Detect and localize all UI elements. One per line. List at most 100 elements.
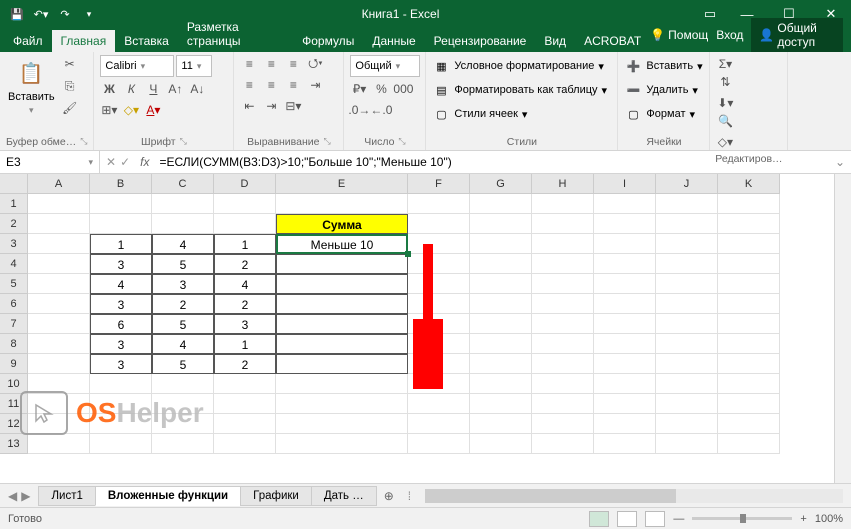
cell-E12[interactable] xyxy=(276,414,408,434)
row-header[interactable]: 2 xyxy=(0,214,28,234)
cell-E11[interactable] xyxy=(276,394,408,414)
cell-A6[interactable] xyxy=(28,294,90,314)
align-middle-icon[interactable]: ≡ xyxy=(262,55,280,73)
tab-view[interactable]: Вид xyxy=(535,30,575,52)
row-header[interactable]: 4 xyxy=(0,254,28,274)
cancel-formula-icon[interactable]: ✕ xyxy=(106,155,116,169)
cell-J8[interactable] xyxy=(656,334,718,354)
column-header[interactable]: C xyxy=(152,174,214,194)
sheet-tab[interactable]: Графики xyxy=(240,486,312,506)
tab-formulas[interactable]: Формулы xyxy=(293,30,363,52)
cell-H2[interactable] xyxy=(532,214,594,234)
sheet-tab[interactable]: Лист1 xyxy=(38,486,95,506)
cell-G6[interactable] xyxy=(470,294,532,314)
vertical-scrollbar[interactable] xyxy=(834,174,851,483)
worksheet-grid[interactable]: ABCDEFGHIJK 12345678910111213 Сумма141Ме… xyxy=(0,174,851,483)
row-header[interactable]: 5 xyxy=(0,274,28,294)
font-name-combo[interactable]: Calibri▾ xyxy=(100,55,174,77)
cell-B5[interactable]: 4 xyxy=(90,274,152,294)
cell-B6[interactable]: 3 xyxy=(90,294,152,314)
font-size-combo[interactable]: 11▾ xyxy=(176,55,212,77)
cell-I12[interactable] xyxy=(594,414,656,434)
clipboard-launcher-icon[interactable]: ⤡ xyxy=(80,136,87,148)
column-header[interactable]: F xyxy=(408,174,470,194)
cell-D7[interactable]: 3 xyxy=(214,314,276,334)
cell-E8[interactable] xyxy=(276,334,408,354)
cell-K4[interactable] xyxy=(718,254,780,274)
cell-A4[interactable] xyxy=(28,254,90,274)
number-launcher-icon[interactable]: ⤡ xyxy=(398,136,405,148)
fill-icon[interactable]: ⬇▾ xyxy=(716,94,734,112)
cell-A2[interactable] xyxy=(28,214,90,234)
normal-view-button[interactable] xyxy=(589,511,609,527)
column-header[interactable]: J xyxy=(656,174,718,194)
cell-I13[interactable] xyxy=(594,434,656,454)
column-header[interactable]: E xyxy=(276,174,408,194)
enter-formula-icon[interactable]: ✓ xyxy=(120,155,130,169)
cell-A3[interactable] xyxy=(28,234,90,254)
cell-G10[interactable] xyxy=(470,374,532,394)
cell-E13[interactable] xyxy=(276,434,408,454)
cell-I6[interactable] xyxy=(594,294,656,314)
cell-H6[interactable] xyxy=(532,294,594,314)
decrease-font-button[interactable]: A↓ xyxy=(188,80,206,98)
cell-K9[interactable] xyxy=(718,354,780,374)
font-color-button[interactable]: A▾ xyxy=(144,101,162,119)
find-icon[interactable]: 🔍 xyxy=(716,112,734,130)
align-center-icon[interactable]: ≡ xyxy=(262,76,280,94)
cell-I3[interactable] xyxy=(594,234,656,254)
align-left-icon[interactable]: ≡ xyxy=(240,76,258,94)
tab-home[interactable]: Главная xyxy=(52,30,116,52)
cell-J13[interactable] xyxy=(656,434,718,454)
cell-C2[interactable] xyxy=(152,214,214,234)
page-layout-view-button[interactable] xyxy=(617,511,637,527)
wrap-text-icon[interactable]: ⇥ xyxy=(306,76,324,94)
cell-G3[interactable] xyxy=(470,234,532,254)
cell-B9[interactable]: 3 xyxy=(90,354,152,374)
cell-I8[interactable] xyxy=(594,334,656,354)
cell-J2[interactable] xyxy=(656,214,718,234)
cell-J7[interactable] xyxy=(656,314,718,334)
increase-font-button[interactable]: A↑ xyxy=(166,80,184,98)
cell-E2[interactable]: Сумма xyxy=(276,214,408,234)
sheet-nav-next-icon[interactable]: ▶ xyxy=(21,489,30,503)
cell-A9[interactable] xyxy=(28,354,90,374)
row-header[interactable]: 6 xyxy=(0,294,28,314)
cell-E9[interactable] xyxy=(276,354,408,374)
cell-G13[interactable] xyxy=(470,434,532,454)
tab-insert[interactable]: Вставка xyxy=(115,30,178,52)
cell-H13[interactable] xyxy=(532,434,594,454)
cell-A7[interactable] xyxy=(28,314,90,334)
cell-D11[interactable] xyxy=(214,394,276,414)
zoom-in-button[interactable]: + xyxy=(800,513,806,525)
format-cells-button[interactable]: ▢Формат ▾ xyxy=(624,103,695,125)
row-header[interactable]: 7 xyxy=(0,314,28,334)
cell-B4[interactable]: 3 xyxy=(90,254,152,274)
align-top-icon[interactable]: ≡ xyxy=(240,55,258,73)
cell-F2[interactable] xyxy=(408,214,470,234)
sheet-tab[interactable]: Вложенные функции xyxy=(95,486,241,506)
fx-icon[interactable]: fx xyxy=(136,155,153,169)
cell-K3[interactable] xyxy=(718,234,780,254)
sheet-tab[interactable]: Дать … xyxy=(311,486,377,506)
add-sheet-button[interactable]: ⊕ xyxy=(376,489,402,503)
cell-D6[interactable]: 2 xyxy=(214,294,276,314)
increase-indent-icon[interactable]: ⇥ xyxy=(262,97,280,115)
insert-cells-button[interactable]: ➕Вставить ▾ xyxy=(624,55,702,77)
cell-B3[interactable]: 1 xyxy=(90,234,152,254)
column-header[interactable]: D xyxy=(214,174,276,194)
cell-G12[interactable] xyxy=(470,414,532,434)
cell-G1[interactable] xyxy=(470,194,532,214)
zoom-slider[interactable] xyxy=(692,517,792,520)
percent-icon[interactable]: % xyxy=(372,80,390,98)
cell-C6[interactable]: 2 xyxy=(152,294,214,314)
cell-J5[interactable] xyxy=(656,274,718,294)
align-launcher-icon[interactable]: ⤡ xyxy=(323,136,330,148)
row-header[interactable]: 13 xyxy=(0,434,28,454)
column-header[interactable]: A xyxy=(28,174,90,194)
cell-I10[interactable] xyxy=(594,374,656,394)
cell-F12[interactable] xyxy=(408,414,470,434)
cell-styles-button[interactable]: ▢Стили ячеек ▾ xyxy=(432,103,527,125)
cell-D12[interactable] xyxy=(214,414,276,434)
cell-H7[interactable] xyxy=(532,314,594,334)
